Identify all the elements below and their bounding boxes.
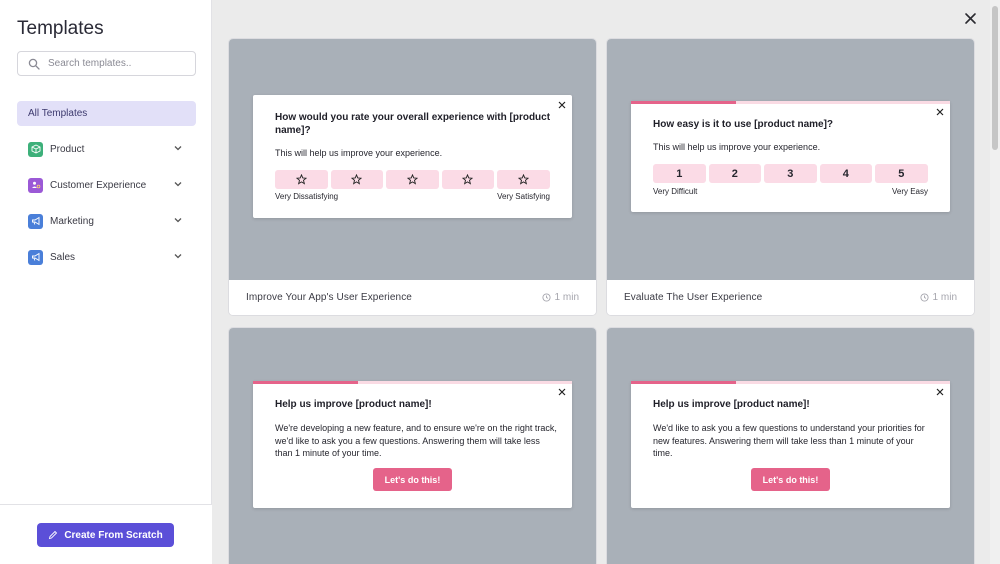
clock-icon [541, 293, 551, 302]
survey-question: Help us improve [product name]! [653, 399, 810, 410]
rating-option [386, 170, 439, 189]
template-preview: Help us improve [product name]! We're de… [229, 328, 596, 564]
scale-high-label: Very Easy [891, 187, 928, 196]
scale-option: 5 [875, 164, 928, 183]
numeric-scale: 1 2 3 4 5 [653, 164, 928, 183]
template-preview: How easy is it to use [product name]? Th… [607, 39, 974, 280]
nav-item-sales[interactable]: Sales [28, 248, 183, 266]
clock-icon [919, 293, 929, 302]
chevron-down-icon[interactable] [173, 251, 183, 261]
close-icon[interactable] [964, 12, 977, 25]
duration-text: 1 min [554, 292, 579, 303]
survey-modal-preview: How easy is it to use [product name]? Th… [631, 101, 950, 212]
progress-fill [253, 381, 359, 384]
scale-option: 4 [819, 164, 872, 183]
scale-option: 2 [708, 164, 761, 183]
template-preview: How would you rate your overall experien… [229, 39, 596, 280]
sidebar: Templates All Templates Product Customer… [0, 0, 212, 564]
progress-fill [631, 101, 737, 104]
star-icon [462, 174, 474, 185]
star-rating [275, 170, 550, 189]
nav-all-templates[interactable]: All Templates [17, 101, 196, 126]
template-card[interactable]: Help us improve [product name]! We're de… [229, 328, 596, 564]
template-name: Evaluate The User Experience [624, 292, 763, 303]
create-from-scratch-button[interactable]: Create From Scratch [37, 523, 174, 547]
pencil-icon [49, 530, 58, 540]
scale-high-label: Very Satisfying [497, 192, 550, 201]
survey-subtitle: This will help us improve your experienc… [275, 148, 443, 158]
survey-modal-preview: Help us improve [product name]! We're de… [253, 381, 572, 508]
nav-item-product[interactable]: Product [28, 140, 183, 158]
survey-question: How easy is it to use [product name]? [653, 119, 834, 130]
scale-option: 1 [653, 164, 706, 183]
progress-bar [631, 101, 950, 104]
rating-option [275, 170, 328, 189]
template-card[interactable]: Help us improve [product name]! We'd lik… [607, 328, 974, 564]
survey-modal-preview: How would you rate your overall experien… [253, 95, 572, 218]
survey-body: We're developing a new feature, and to e… [275, 423, 557, 458]
card-footer: Evaluate The User Experience 1 min [607, 280, 974, 315]
cta-button: Let's do this! [751, 468, 830, 491]
close-icon [558, 388, 566, 396]
scrollbar-thumb[interactable] [992, 6, 998, 150]
progress-bar [631, 381, 950, 384]
duration: 1 min [919, 292, 957, 303]
star-icon [517, 174, 529, 185]
template-preview: Help us improve [product name]! We'd lik… [607, 328, 974, 564]
survey-question: Help us improve [product name]! [275, 399, 432, 410]
sidebar-footer: Create From Scratch [0, 504, 212, 564]
scale-option: 3 [764, 164, 817, 183]
chevron-down-icon[interactable] [173, 179, 183, 189]
megaphone-icon [28, 213, 43, 229]
user-icon [28, 177, 43, 193]
star-icon [406, 174, 418, 185]
search-icon [28, 58, 40, 70]
star-icon [295, 174, 307, 185]
survey-question: How would you rate your overall experien… [275, 112, 551, 136]
search-input[interactable] [48, 58, 188, 69]
survey-subtitle: This will help us improve your experienc… [653, 142, 821, 152]
template-name: Improve Your App's User Experience [246, 292, 412, 303]
close-icon [558, 101, 566, 109]
duration-text: 1 min [932, 292, 957, 303]
nav-item-label: Customer Experience [50, 179, 147, 191]
scrollbar[interactable] [990, 0, 1000, 564]
cta-button: Let's do this! [373, 468, 452, 491]
survey-modal-preview: Help us improve [product name]! We'd lik… [631, 381, 950, 508]
scale-low-label: Very Dissatisfying [275, 192, 339, 201]
progress-fill [631, 381, 737, 384]
nav-item-label: Marketing [50, 215, 94, 227]
chevron-down-icon[interactable] [173, 215, 183, 225]
scale-low-label: Very Difficult [653, 187, 698, 196]
nav-item-label: Sales [50, 251, 76, 263]
nav-item-marketing[interactable]: Marketing [28, 212, 183, 230]
template-card[interactable]: How would you rate your overall experien… [229, 39, 596, 315]
rating-option [497, 170, 550, 189]
nav-item-customer-experience[interactable]: Customer Experience [28, 176, 183, 194]
sidebar-title: Templates [17, 18, 104, 39]
megaphone-icon [28, 249, 43, 265]
card-footer: Improve Your App's User Experience 1 min [229, 280, 596, 315]
rating-option [441, 170, 494, 189]
rating-option [330, 170, 383, 189]
search-box[interactable] [17, 51, 196, 76]
close-icon [936, 388, 944, 396]
create-button-label: Create From Scratch [64, 529, 163, 541]
chevron-down-icon[interactable] [173, 143, 183, 153]
close-icon [936, 108, 944, 116]
duration: 1 min [541, 292, 579, 303]
survey-body: We'd like to ask you a few questions to … [653, 423, 925, 458]
progress-bar [253, 381, 572, 384]
star-icon [351, 174, 363, 185]
template-card[interactable]: How easy is it to use [product name]? Th… [607, 39, 974, 315]
cube-icon [28, 141, 43, 157]
nav-item-label: Product [50, 143, 85, 155]
